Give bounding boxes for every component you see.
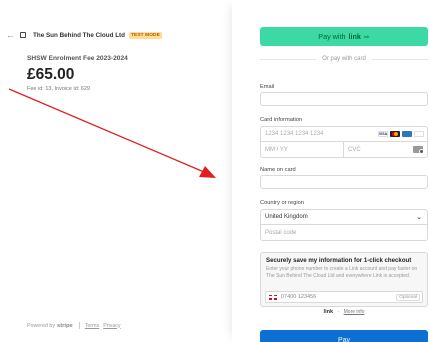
link-logo: link [323, 309, 334, 315]
powered-by-text: Powered by [27, 322, 55, 329]
phone-input[interactable]: 07400 123456 Optional [265, 291, 423, 303]
cvc-card-icon [413, 146, 424, 154]
discover-icon [414, 131, 424, 137]
save-info-description: Enter your phone number to create a Link… [266, 266, 418, 279]
or-divider: Or pay with card [260, 54, 428, 64]
pay-with-link-button[interactable]: Pay with link ⇨ [260, 27, 428, 46]
invoice-ids: Fee id: 13, Invoice id: 629 [27, 86, 90, 92]
country-selected: United Kingdom [265, 214, 308, 220]
link-separator: · [337, 309, 340, 315]
link-save-box: Securely save my information for 1-click… [260, 252, 428, 307]
name-on-card-input[interactable] [260, 175, 428, 189]
chevron-down-icon: ⌄ [416, 214, 422, 221]
email-label: Email [260, 84, 275, 90]
uk-flag-icon[interactable] [269, 294, 277, 300]
cvc-input[interactable]: CVC [344, 142, 427, 157]
optional-badge: Optional [396, 294, 420, 301]
merchant-logo-icon [20, 32, 26, 38]
footer-divider [78, 322, 80, 329]
link-brand: link [348, 32, 361, 41]
country-group: United Kingdom ⌄ Postal code [260, 209, 428, 241]
back-arrow-icon[interactable]: ← [6, 29, 16, 41]
stripe-footer: Powered by stripe Terms Privacy [27, 322, 125, 329]
card-brands: VISA [378, 131, 424, 137]
product-name: SHSW Enrolment Fee 2023-2024 [27, 55, 128, 62]
phone-placeholder: 07400 123456 [281, 294, 317, 300]
test-mode-badge: TEST MODE [129, 31, 162, 39]
link-info-row: link · More info [260, 309, 428, 315]
merchant-name[interactable]: The Sun Behind The Cloud Ltd [33, 32, 125, 39]
country-select[interactable]: United Kingdom ⌄ [261, 210, 427, 225]
more-info-link[interactable]: More info [344, 309, 365, 315]
merchant-header: ← The Sun Behind The Cloud Ltd TEST MODE [6, 29, 162, 41]
visa-icon: VISA [378, 131, 388, 137]
email-input[interactable] [260, 92, 428, 106]
name-on-card-label: Name on card [260, 167, 296, 173]
arrow-right-icon: ⇨ [363, 33, 370, 41]
cvc-placeholder: CVC [348, 146, 361, 153]
pay-button[interactable]: Pay [260, 330, 428, 342]
card-information-group: 1234 1234 1234 1234 VISA MM / YY CVC [260, 126, 428, 158]
postal-code-input[interactable]: Postal code [261, 225, 427, 240]
pay-with-label: Pay with [318, 32, 346, 41]
amex-icon [402, 131, 412, 137]
or-pay-with-card-text: Or pay with card [322, 56, 366, 62]
save-info-title: Securely save my information for 1-click… [266, 257, 412, 264]
stripe-logo[interactable]: stripe [57, 323, 73, 329]
privacy-link[interactable]: Privacy [103, 323, 120, 329]
card-information-label: Card information [260, 117, 303, 123]
total-amount: £65.00 [27, 66, 75, 83]
expiry-input[interactable]: MM / YY [261, 142, 344, 157]
terms-link[interactable]: Terms [85, 323, 99, 329]
country-label: Country or region [260, 200, 304, 206]
mastercard-icon [390, 131, 400, 137]
order-summary-panel: ← The Sun Behind The Cloud Ltd TEST MODE… [0, 0, 232, 342]
